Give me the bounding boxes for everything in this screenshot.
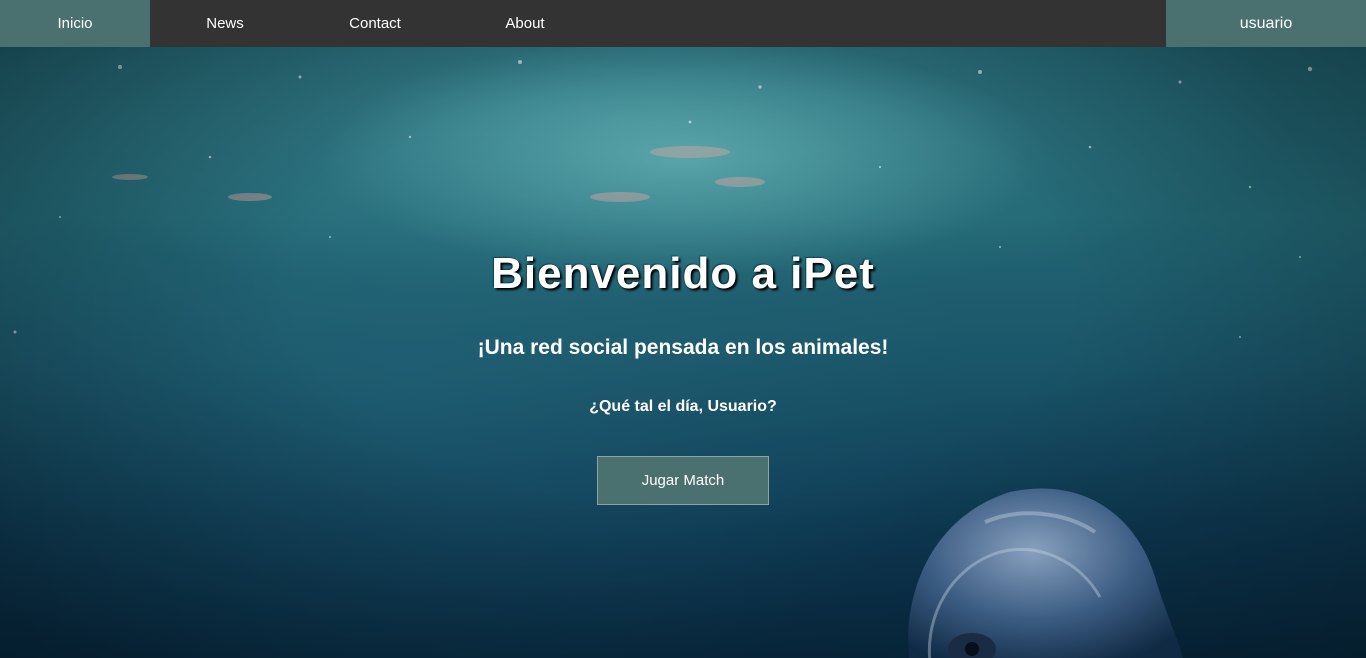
nav-item-contact[interactable]: Contact — [300, 0, 450, 47]
nav-item-inicio[interactable]: Inicio — [0, 0, 150, 47]
user-menu[interactable]: usuario — [1166, 0, 1366, 47]
hero-section: Bienvenido a iPet ¡Una red social pensad… — [0, 47, 1366, 658]
top-navbar: Inicio News Contact About usuario — [0, 0, 1366, 47]
hero-greeting: ¿Qué tal el día, Usuario? — [589, 398, 777, 415]
hero-subtitle: ¡Una red social pensada en los animales! — [477, 336, 889, 359]
play-match-button[interactable]: Jugar Match — [597, 456, 769, 505]
dolphin-image — [908, 488, 1183, 658]
nav-item-about[interactable]: About — [450, 0, 600, 47]
hero-title: Bienvenido a iPet — [491, 249, 875, 298]
nav-item-news[interactable]: News — [150, 0, 300, 47]
